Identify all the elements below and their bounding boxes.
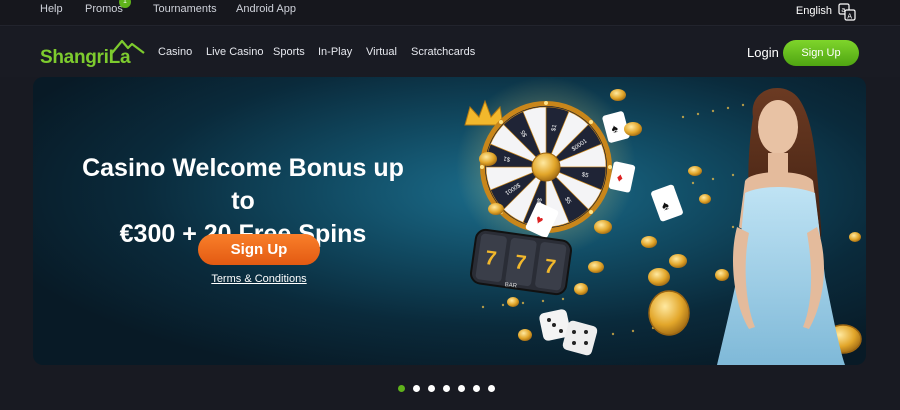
carousel-dot[interactable]: [443, 385, 450, 392]
carousel-dots: [398, 385, 508, 395]
nav-casino[interactable]: Casino: [158, 46, 192, 58]
model-figure: [717, 87, 845, 365]
signup-button[interactable]: Sign Up: [783, 40, 859, 66]
top-utility-bar: Help Promos 1 Tournaments Android App En…: [0, 0, 900, 26]
carousel-dot[interactable]: [398, 385, 405, 392]
dice: [539, 309, 598, 356]
carousel-dot[interactable]: [473, 385, 480, 392]
translate-icon[interactable]: a A: [838, 3, 856, 21]
login-button[interactable]: Login: [747, 45, 779, 60]
help-link[interactable]: Help: [40, 3, 63, 15]
tournaments-link[interactable]: Tournaments: [153, 3, 217, 15]
nav-live-casino[interactable]: Live Casino: [206, 46, 263, 58]
nav-sports[interactable]: Sports: [273, 46, 305, 58]
terms-conditions-link[interactable]: Terms & Conditions: [183, 273, 335, 285]
nav-scratchcards[interactable]: Scratchcards: [411, 46, 475, 58]
carousel-dot[interactable]: [428, 385, 435, 392]
svg-text:A: A: [847, 12, 852, 20]
mountain-logo-icon: [111, 39, 145, 54]
main-nav: ShangriLa Casino Live Casino Sports In-P…: [0, 27, 900, 77]
carousel-dot[interactable]: [488, 385, 495, 392]
promos-count-badge: 1: [119, 0, 131, 8]
promos-link[interactable]: Promos: [85, 3, 123, 15]
android-app-link[interactable]: Android App: [236, 3, 296, 15]
hero-signup-button[interactable]: Sign Up: [198, 234, 320, 265]
nav-virtual[interactable]: Virtual: [366, 46, 397, 58]
svg-text:a: a: [841, 6, 845, 14]
language-selector[interactable]: English: [796, 5, 832, 17]
hero-banner[interactable]: $1$0001$5$5$0005$0001$1$5 ♠ ♦ ♠ ♥: [33, 77, 866, 365]
svg-text:BAR: BAR: [504, 282, 518, 290]
nav-in-play[interactable]: In-Play: [318, 46, 352, 58]
carousel-dot[interactable]: [413, 385, 420, 392]
shangrila-logo[interactable]: ShangriLa: [40, 39, 150, 69]
carousel-dot[interactable]: [458, 385, 465, 392]
